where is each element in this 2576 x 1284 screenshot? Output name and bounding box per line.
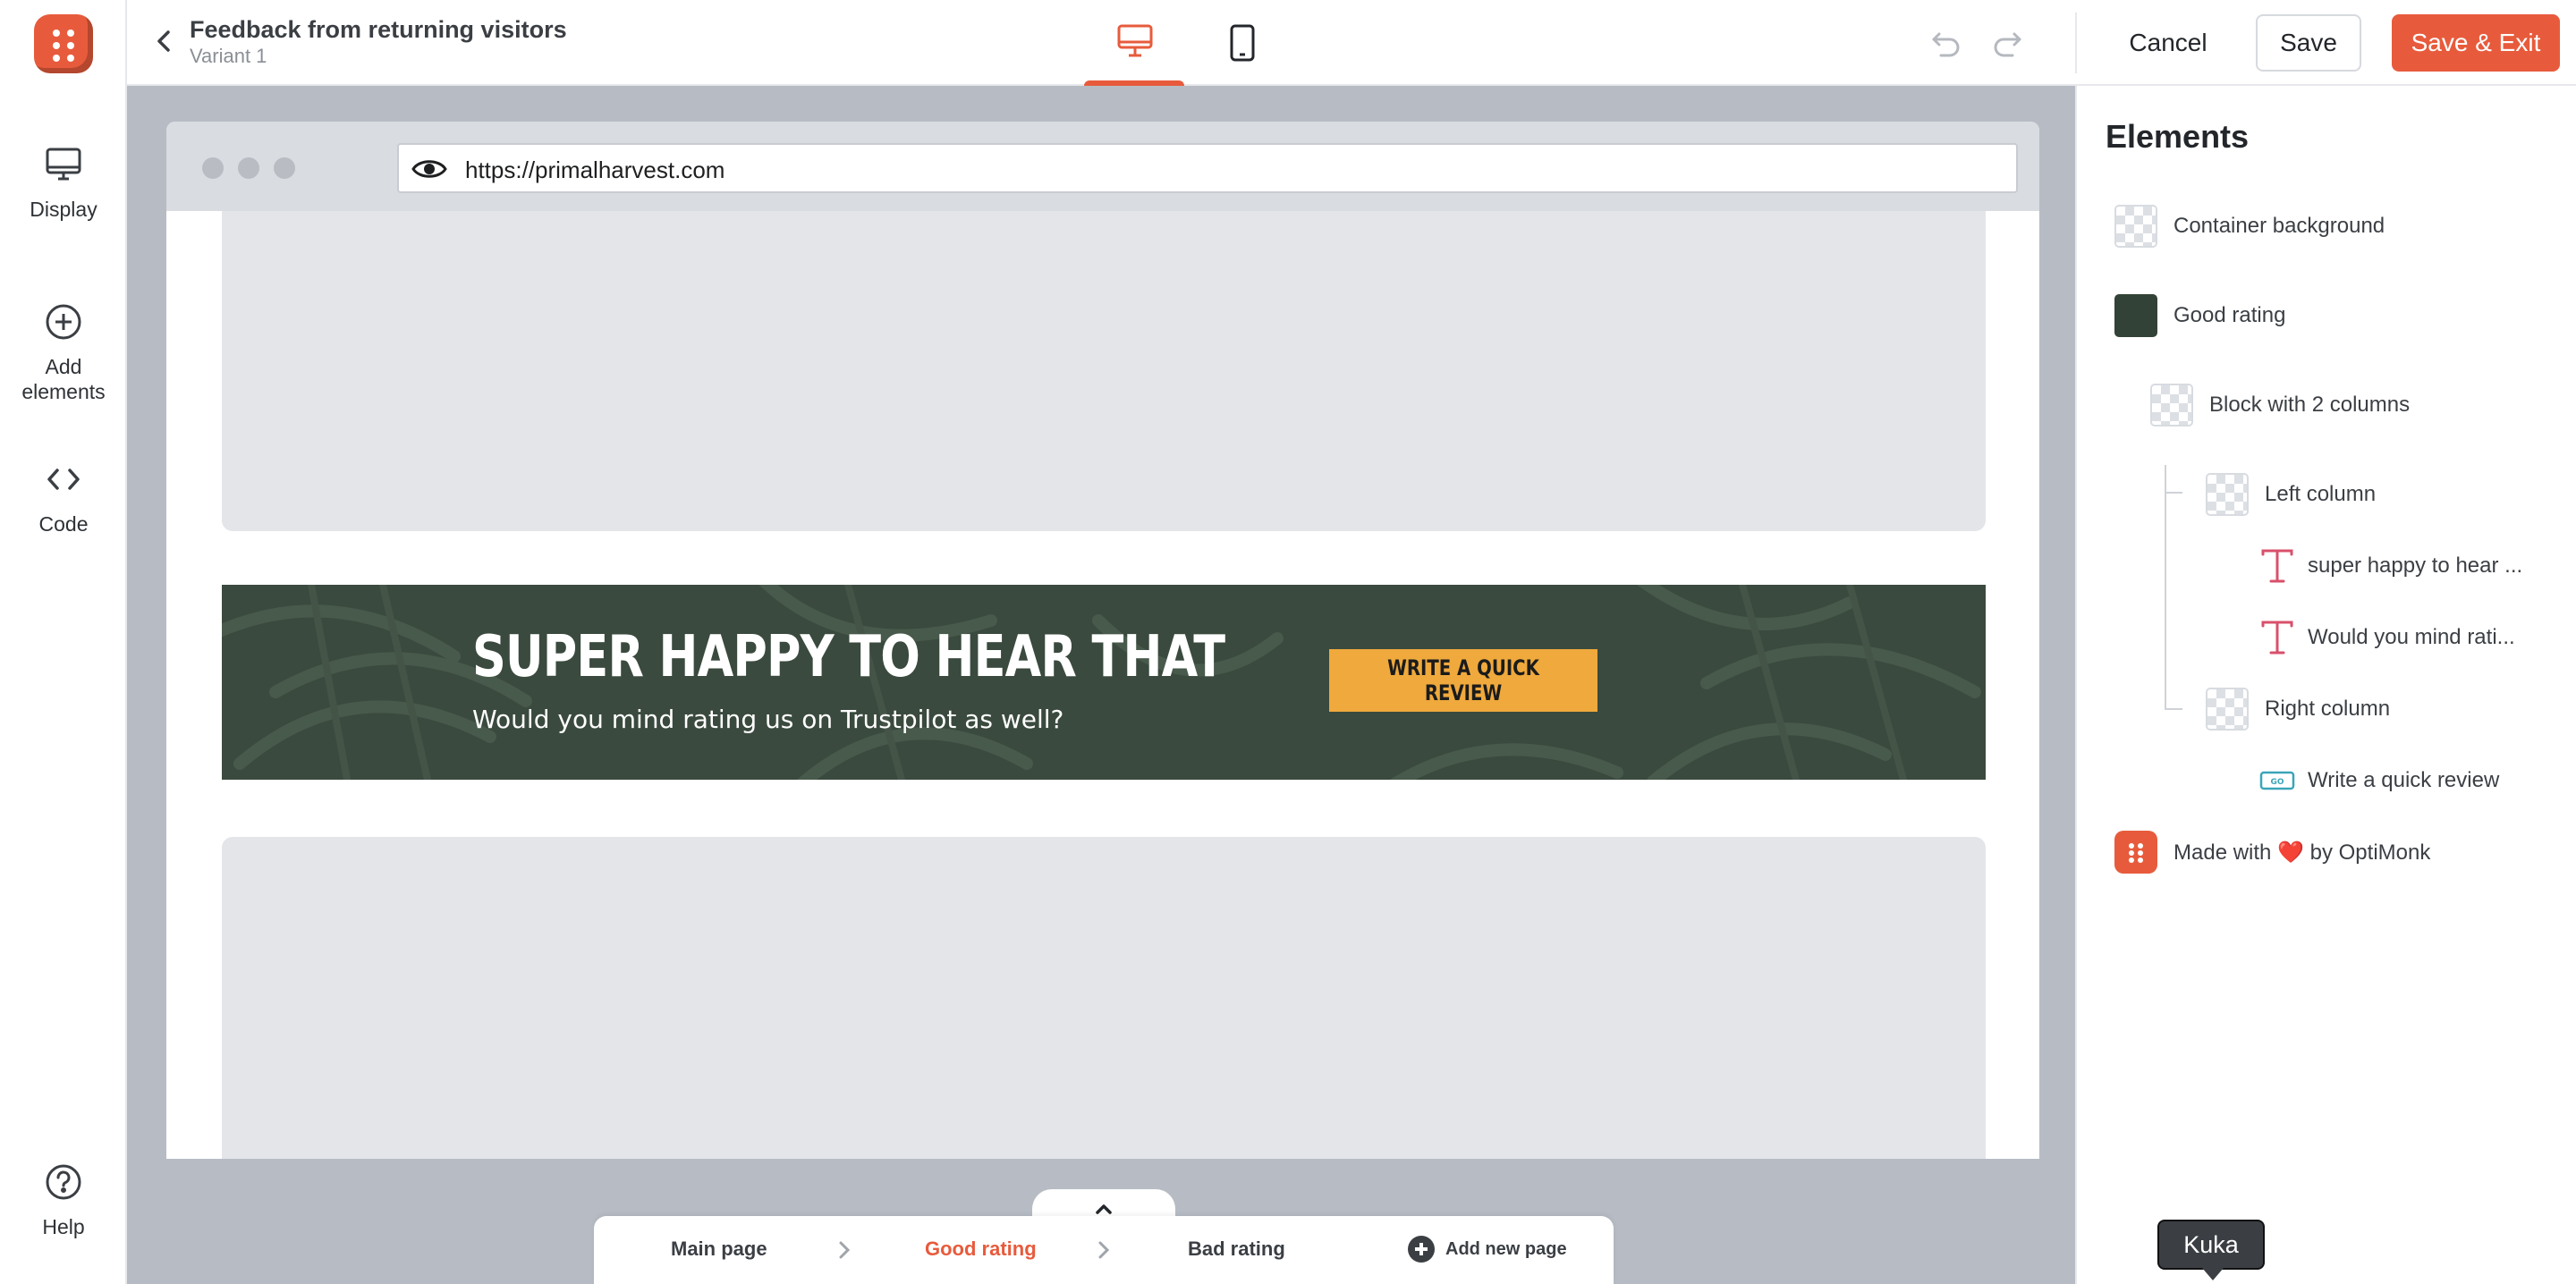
rail-help[interactable]: Help xyxy=(0,1161,127,1239)
toolbar-divider xyxy=(2075,13,2077,73)
checker-thumb-icon xyxy=(2150,384,2193,427)
element-label: Write a quick review xyxy=(2308,768,2500,792)
cancel-button[interactable]: Cancel xyxy=(2114,14,2222,72)
element-subtext-text[interactable]: Would you mind rati... xyxy=(2256,615,2515,660)
write-review-label: WRITE A QUICK REVIEW xyxy=(1387,655,1539,705)
element-block-2-columns[interactable]: Block with 2 columns xyxy=(2150,383,2410,427)
tree-guide-line xyxy=(2165,492,2182,494)
chevron-right-icon xyxy=(1098,1241,1110,1259)
green-thumb-icon xyxy=(2114,294,2157,337)
made-with-suffix: by OptiMonk xyxy=(2309,840,2431,865)
rail-code-label: Code xyxy=(38,512,89,536)
checker-thumb-icon xyxy=(2206,473,2249,516)
website-placeholder-block xyxy=(222,837,1986,1159)
desktop-icon xyxy=(1117,24,1153,57)
window-dot xyxy=(274,157,295,179)
chevron-left-icon[interactable] xyxy=(147,23,182,59)
element-right-column[interactable]: Right column xyxy=(2206,687,2390,731)
tree-guide-line xyxy=(2165,708,2182,710)
mobile-view-toggle[interactable] xyxy=(1211,0,1274,86)
help-icon xyxy=(46,1164,81,1200)
element-label: Container background xyxy=(2174,214,2385,238)
element-good-rating[interactable]: Good rating xyxy=(2114,293,2285,338)
element-container-background[interactable]: Container background xyxy=(2114,204,2385,249)
monitor-icon xyxy=(46,148,81,181)
rail-display[interactable]: Display xyxy=(0,143,127,222)
url-text: https://primalharvest.com xyxy=(465,156,725,183)
add-new-page-button[interactable]: Add new page xyxy=(1445,1239,1567,1260)
save-exit-button[interactable]: Save & Exit xyxy=(2392,14,2560,72)
variant-name: Variant 1 xyxy=(190,45,267,67)
element-headline-text[interactable]: super happy to hear ... xyxy=(2256,544,2522,588)
save-button[interactable]: Save xyxy=(2256,14,2361,72)
chevron-right-icon xyxy=(839,1241,851,1259)
undo-icon[interactable] xyxy=(1927,23,1966,63)
page-tab-bad-rating[interactable]: Bad rating xyxy=(1188,1238,1285,1261)
panel-title: Elements xyxy=(2106,118,2250,155)
rail-help-label: Help xyxy=(42,1215,85,1238)
plus-circle-icon xyxy=(46,304,81,340)
popup-headline[interactable]: SUPER HAPPY TO HEAR THAT xyxy=(472,624,1225,690)
redo-icon[interactable] xyxy=(1987,23,2027,63)
chevron-up-icon xyxy=(1096,1204,1112,1214)
element-made-with-optimonk[interactable]: Made with ❤️ by OptiMonk xyxy=(2114,830,2430,874)
rail-add-elements-label: Add elements xyxy=(21,355,106,403)
code-icon xyxy=(47,469,80,490)
editor-canvas: https://primalharvest.com SUPER HAPPY TO… xyxy=(127,86,2075,1284)
desktop-view-toggle[interactable] xyxy=(1084,0,1184,86)
tree-guide-line xyxy=(2165,465,2166,710)
text-icon xyxy=(2256,545,2299,587)
element-label: Right column xyxy=(2265,697,2391,721)
button-icon: GO xyxy=(2256,759,2299,802)
element-left-column[interactable]: Left column xyxy=(2206,472,2376,517)
heart-icon: ❤️ xyxy=(2277,840,2304,865)
element-label: Left column xyxy=(2265,482,2377,506)
rail-add-elements[interactable]: Add elements xyxy=(0,300,127,404)
element-label: Block with 2 columns xyxy=(2209,393,2411,417)
popup-banner[interactable]: SUPER HAPPY TO HEAR THAT Would you mind … xyxy=(222,585,1986,780)
made-with-prefix: Made with xyxy=(2174,840,2272,865)
eye-icon xyxy=(411,160,447,178)
popup-subtext[interactable]: Would you mind rating us on Trustpilot a… xyxy=(472,705,1063,734)
page-tab-main[interactable]: Main page xyxy=(671,1238,767,1261)
element-review-button[interactable]: GO Write a quick review xyxy=(2256,758,2499,803)
checker-thumb-icon xyxy=(2206,688,2249,731)
browser-address-bar: https://primalharvest.com xyxy=(166,122,2039,211)
rail-display-label: Display xyxy=(30,198,97,221)
browser-preview: https://primalharvest.com SUPER HAPPY TO… xyxy=(166,122,2039,1159)
text-icon xyxy=(2256,616,2299,659)
campaign-title: Feedback from returning visitors xyxy=(190,16,567,43)
tooltip: Kuka xyxy=(2157,1220,2265,1280)
element-label: Good rating xyxy=(2174,303,2286,327)
elements-panel: Elements Container background Good ratin… xyxy=(2075,86,2576,1284)
add-page-icon[interactable] xyxy=(1408,1236,1435,1263)
svg-text:GO: GO xyxy=(2270,778,2284,787)
mobile-icon xyxy=(1230,24,1255,62)
optimonk-logo[interactable] xyxy=(34,14,93,73)
rail-code[interactable]: Code xyxy=(0,458,127,536)
made-with-label: Made with ❤️ by OptiMonk xyxy=(2174,840,2430,866)
write-review-button[interactable]: WRITE A QUICK REVIEW xyxy=(1329,649,1597,712)
optimonk-brand-icon xyxy=(2114,831,2157,874)
page-tab-good-rating[interactable]: Good rating xyxy=(925,1238,1037,1261)
top-bar: Feedback from returning visitors Variant… xyxy=(127,0,2576,86)
page-viewport: SUPER HAPPY TO HEAR THAT Would you mind … xyxy=(166,211,2039,1159)
website-placeholder-block xyxy=(222,211,1986,531)
element-label: Would you mind rati... xyxy=(2308,625,2515,649)
window-dot xyxy=(238,157,259,179)
window-dot xyxy=(202,157,224,179)
left-rail: Display Add elements Code Help xyxy=(0,0,127,1284)
url-field[interactable]: https://primalharvest.com xyxy=(397,143,2018,193)
element-label: super happy to hear ... xyxy=(2308,553,2523,578)
pages-bar: Main page Good rating Bad rating Add new… xyxy=(594,1216,1614,1284)
checker-thumb-icon xyxy=(2114,205,2157,248)
